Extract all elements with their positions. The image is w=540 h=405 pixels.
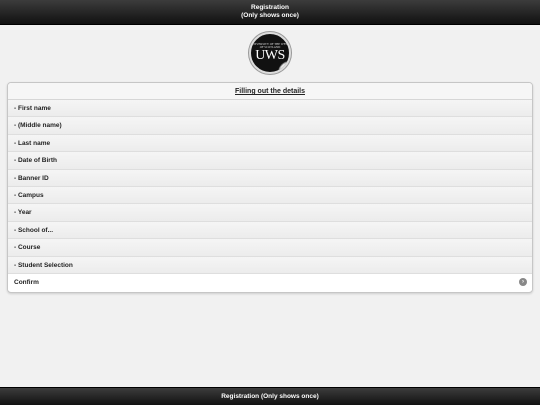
- chevron-right-icon: ›: [519, 278, 527, 287]
- field-school[interactable]: - School of...: [8, 221, 532, 240]
- header-bar: Registration (Only shows once): [0, 0, 540, 25]
- field-first-name[interactable]: - First name: [8, 100, 532, 118]
- header-title-line2: (Only shows once): [241, 12, 299, 19]
- footer-bar: Registration (Only shows once): [0, 387, 540, 405]
- logo-big-text: UWS: [255, 48, 285, 63]
- field-course[interactable]: - Course: [8, 239, 532, 257]
- footer-title: Registration (Only shows once): [221, 393, 319, 400]
- field-banner-id[interactable]: - Banner ID: [8, 169, 532, 187]
- confirm-label: Confirm: [14, 278, 39, 286]
- field-date-of-birth[interactable]: - Date of Birth: [8, 152, 532, 170]
- field-year[interactable]: - Year: [8, 204, 532, 222]
- uws-logo-icon: UNIVERSITY OF THE WEST OF SCOTLAND UWS: [249, 32, 291, 74]
- field-campus[interactable]: - Campus: [8, 186, 532, 205]
- university-logo: UNIVERSITY OF THE WEST OF SCOTLAND UWS: [249, 32, 291, 74]
- field-student-selection[interactable]: - Student Selection: [8, 256, 532, 274]
- form-title: Filling out the details: [8, 83, 532, 100]
- registration-form: Filling out the details - First name - (…: [7, 82, 533, 293]
- field-middle-name[interactable]: - (Middle name): [8, 117, 532, 135]
- header-title-line1: Registration: [251, 4, 289, 11]
- field-last-name[interactable]: - Last name: [8, 134, 532, 153]
- confirm-button[interactable]: Confirm ›: [8, 273, 532, 291]
